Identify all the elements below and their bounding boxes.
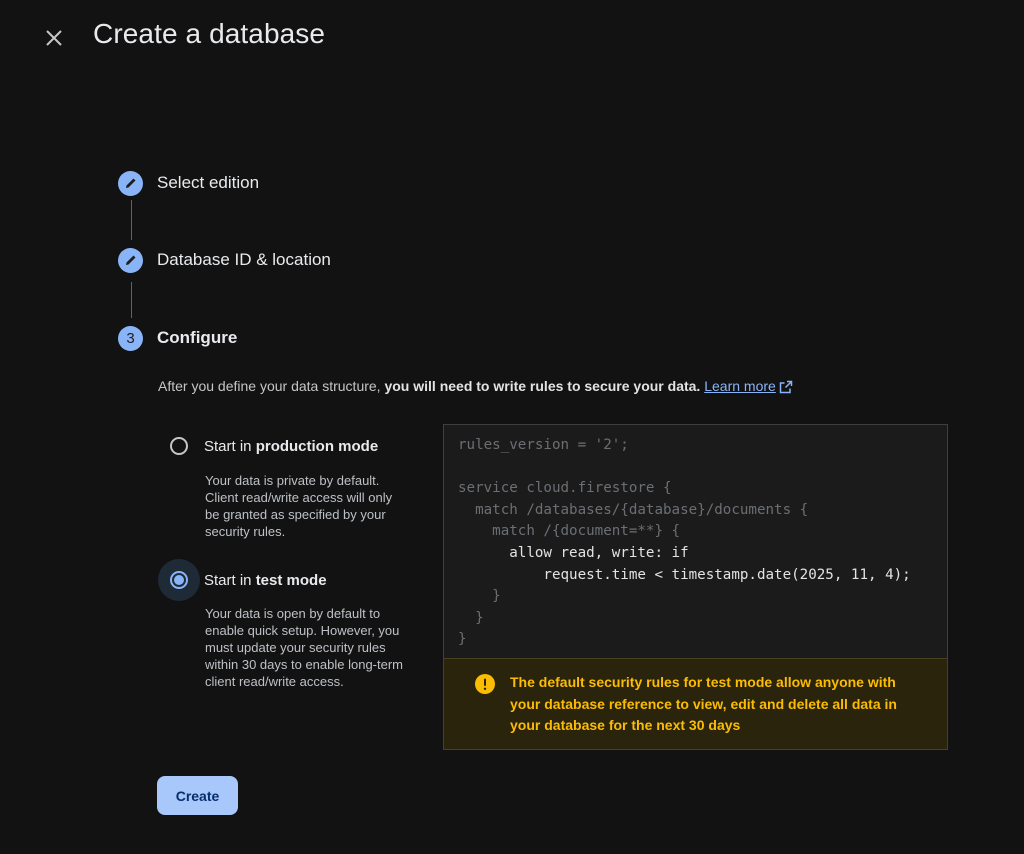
production-mode-label: Start in production mode xyxy=(204,437,379,455)
description-bold-text: you will need to write rules to secure y… xyxy=(384,378,701,394)
step-number: 3 xyxy=(118,325,143,351)
production-mode-option[interactable]: Start in production mode xyxy=(158,425,378,467)
configure-description: After you define your data structure, yo… xyxy=(158,378,793,394)
step-select-edition[interactable]: Select edition xyxy=(118,170,259,196)
step-connector xyxy=(131,282,132,318)
page-title: Create a database xyxy=(93,18,326,49)
step-label: Database ID & location xyxy=(157,250,331,269)
create-button[interactable]: Create xyxy=(157,776,238,815)
warning-icon xyxy=(475,674,495,694)
radio-circle xyxy=(170,437,188,455)
test-mode-label: Start in test mode xyxy=(204,571,327,589)
step-label: Configure xyxy=(157,328,238,347)
close-button[interactable] xyxy=(38,22,70,54)
create-database-page: Create a database Select edition Databas… xyxy=(0,0,1024,854)
production-mode-help: Your data is private by default. Client … xyxy=(205,473,393,539)
pencil-icon xyxy=(125,255,135,265)
test-mode-option[interactable]: Start in test mode xyxy=(158,559,327,601)
step-completed-indicator xyxy=(118,247,143,273)
step-connector xyxy=(131,200,132,240)
close-icon xyxy=(46,30,62,46)
warning-text: The default security rules for test mode… xyxy=(510,674,897,733)
test-mode-help: Your data is open by default to enable q… xyxy=(205,606,404,689)
step-label: Select edition xyxy=(157,173,260,192)
rules-code: rules_version = '2'; service cloud.fires… xyxy=(458,437,911,648)
description-text: After you define your data structure, xyxy=(158,378,385,394)
open-in-new-icon[interactable] xyxy=(779,380,793,394)
security-rules-preview: rules_version = '2'; service cloud.fires… xyxy=(443,424,948,658)
radio-circle-selected xyxy=(170,571,188,589)
test-mode-warning: The default security rules for test mode… xyxy=(443,658,948,750)
step-completed-indicator xyxy=(118,170,143,196)
test-mode-radio[interactable] xyxy=(158,559,200,601)
pencil-icon xyxy=(125,178,135,188)
step-database-id-location[interactable]: Database ID & location xyxy=(118,247,331,273)
learn-more-link[interactable]: Learn more xyxy=(704,378,776,394)
step-configure: 3 Configure xyxy=(118,325,237,351)
production-mode-radio[interactable] xyxy=(158,425,200,467)
